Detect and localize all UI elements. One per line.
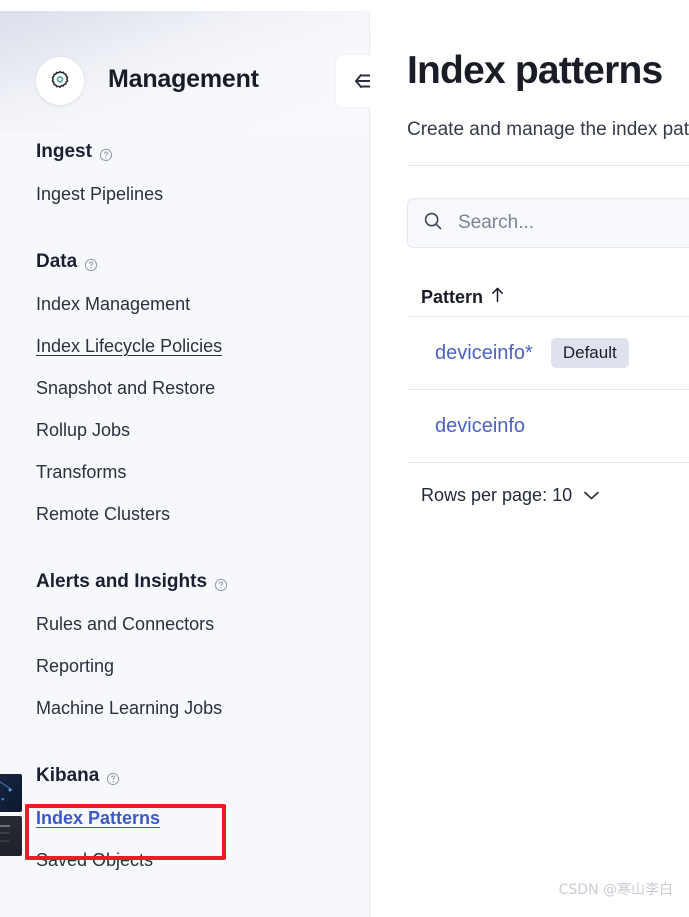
status-badge: Default [551,338,629,368]
sidebar-item-ingest-pipelines[interactable]: Ingest Pipelines [0,173,370,215]
nav-group-kibana: Kibana Index Patterns Saved Objects [0,755,370,881]
sort-ascending-arrow-icon[interactable] [490,286,505,308]
table-row-divider [407,462,689,463]
index-patterns-description: Create and manage the index patterns [407,119,689,141]
help-circle-icon[interactable] [214,576,228,590]
search-input[interactable] [456,211,689,235]
nav-group-spacer [0,219,370,241]
nav-heading-alerts-and-insights: Alerts and Insights [0,561,370,603]
sidebar-item-index-patterns[interactable]: Index Patterns [0,797,370,839]
application-window: Management Ingest [0,0,689,917]
nav-group-alerts-and-insights: Alerts and Insights Rules and Connectors… [0,561,370,729]
header-divider [407,165,689,166]
help-circle-icon[interactable] [99,146,113,160]
watermark-text: CSDN @寒山李白 [559,879,673,899]
rows-per-page-label: Rows per page: 10 [421,485,572,506]
sidebar-nav: Ingest Ingest Pipelines Data [0,131,370,885]
sidebar-item-index-management[interactable]: Index Management [0,283,370,325]
sidebar-item-rollup-jobs[interactable]: Rollup Jobs [0,409,370,451]
nav-heading-label: Ingest [36,141,92,163]
sidebar-item-snapshot-and-restore[interactable]: Snapshot and Restore [0,367,370,409]
sidebar-item-saved-objects[interactable]: Saved Objects [0,839,370,881]
nav-group-spacer [0,539,370,561]
sidebar-item-index-lifecycle-policies[interactable]: Index Lifecycle Policies [0,325,370,367]
sidebar-item-machine-learning-jobs[interactable]: Machine Learning Jobs [0,687,370,729]
main-content-inner: Index patterns Create and manage the ind… [407,11,689,506]
window-top-strip [0,0,689,11]
nav-heading-ingest: Ingest [0,131,370,173]
nav-heading-kibana: Kibana [0,755,370,797]
index-patterns-table: Pattern deviceinfo* Default [407,278,689,506]
index-pattern-link[interactable]: deviceinfo [435,415,525,438]
search-box[interactable] [407,198,689,248]
nav-heading-label: Kibana [36,765,99,787]
collapse-sidebar-icon[interactable] [336,55,370,107]
rows-per-page-selector[interactable]: Rows per page: 10 [407,485,600,506]
desktop-thumbnail-preview [0,774,22,812]
chevron-down-icon[interactable] [583,485,600,506]
management-sidebar: Management Ingest [0,11,370,917]
gear-icon [36,57,84,105]
index-patterns-title: Index patterns [407,49,689,93]
nav-group-spacer [0,733,370,755]
main-content-panel: Index patterns Create and manage the ind… [371,11,689,917]
nav-heading-label: Alerts and Insights [36,571,207,593]
help-circle-icon[interactable] [106,770,120,784]
search-icon [422,210,444,237]
nav-group-data: Data Index Management Index Lifecycle Po… [0,241,370,535]
help-circle-icon[interactable] [84,256,98,270]
table-header-row: Pattern [407,278,689,316]
sidebar-item-reporting[interactable]: Reporting [0,645,370,687]
sidebar-item-transforms[interactable]: Transforms [0,451,370,493]
nav-group-ingest: Ingest Ingest Pipelines [0,131,370,215]
nav-heading-data: Data [0,241,370,283]
table-row[interactable]: deviceinfo* Default [407,317,689,389]
sidebar-item-rules-and-connectors[interactable]: Rules and Connectors [0,603,370,645]
table-row[interactable]: deviceinfo [407,390,689,462]
sidebar-item-remote-clusters[interactable]: Remote Clusters [0,493,370,535]
index-pattern-link[interactable]: deviceinfo* [435,342,533,365]
column-header-label: Pattern [421,287,483,308]
column-header-pattern[interactable]: Pattern [421,286,505,308]
nav-heading-label: Data [36,251,77,273]
page-title: Management [108,65,259,94]
terminal-thumbnail-preview [0,816,22,856]
